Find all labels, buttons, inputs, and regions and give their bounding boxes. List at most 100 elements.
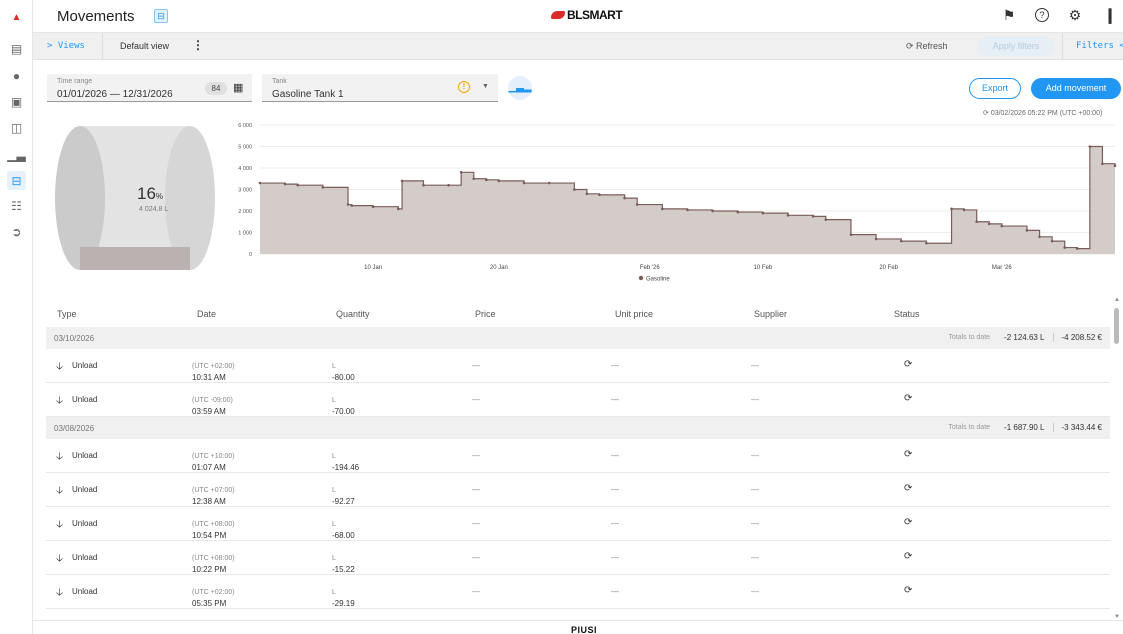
row-timezone: (UTC +08:00) bbox=[192, 521, 235, 528]
vehicle-icon[interactable]: ▣ bbox=[9, 94, 24, 109]
row-unit-price: — bbox=[611, 485, 619, 494]
row-type: Unload bbox=[72, 451, 98, 460]
data-point bbox=[422, 183, 425, 187]
bar-chart-icon[interactable]: ▁▃ bbox=[7, 147, 25, 162]
table-row[interactable]: 🡣 Unload 10:31 AM (UTC +02:00) -80.00 L — — — ⟳ bbox=[46, 349, 1110, 383]
scroll-up-icon[interactable]: ▲ bbox=[1114, 297, 1120, 303]
movements-icon[interactable]: ⊟ bbox=[7, 171, 26, 190]
level-chart: 0 1 000 2 000 3 000 4 000 5 000 6 000 10 Jan 20 … bbox=[238, 123, 1117, 283]
table-row[interactable]: 🡣 Unload 01:07 AM (UTC +10:00) -194.46 L — — —… bbox=[46, 439, 1110, 473]
row-quantity: -70.00 L bbox=[332, 395, 355, 416]
top-bar: Movements ⊟ BLSMART ⚑ ? ⚙ ❙ bbox=[33, 0, 1123, 33]
data-point bbox=[761, 211, 765, 215]
data-point bbox=[1088, 145, 1092, 148]
data-point bbox=[350, 204, 354, 207]
help-icon[interactable]: ? bbox=[1035, 8, 1049, 22]
unload-arrow-icon: 🡣 bbox=[56, 451, 64, 462]
tank-percent-value: 16 bbox=[137, 184, 156, 203]
x-tick-label: 10 Jan bbox=[364, 265, 382, 271]
row-timezone: (UTC -09:00) bbox=[192, 397, 233, 404]
data-point bbox=[485, 178, 488, 182]
toolbar-divider bbox=[102, 33, 103, 60]
x-tick-label: Mar '26 bbox=[992, 265, 1012, 271]
refresh-label: Refresh bbox=[916, 41, 948, 51]
account-icon[interactable]: ❙ bbox=[1101, 6, 1119, 24]
data-point bbox=[975, 220, 978, 224]
tank-select[interactable]: Tank Gasoline Tank 1 ! ▼ bbox=[262, 74, 498, 102]
tank-percentage: 16% bbox=[137, 184, 163, 204]
data-point bbox=[346, 203, 350, 206]
table-header: Type Date Quantity Price Unit price Supp… bbox=[33, 303, 1110, 327]
data-point bbox=[573, 188, 576, 191]
row-supplier: — bbox=[751, 361, 759, 370]
filters-toggle[interactable]: Filters < bbox=[1076, 41, 1123, 51]
table-row[interactable]: 🡣 Unload 10:22 PM (UTC +08:00) -15.22 L — — — ⟳ bbox=[46, 541, 1110, 575]
export-button[interactable]: Export bbox=[969, 78, 1021, 99]
user-icon[interactable]: ● bbox=[9, 68, 24, 83]
add-movement-button[interactable]: Add movement bbox=[1031, 78, 1121, 99]
sync-status-icon[interactable]: ⟳ bbox=[904, 393, 912, 404]
row-date: 01:07 AM (UTC +10:00) bbox=[192, 451, 235, 472]
total-quantity: -1 687.90 L bbox=[1004, 423, 1045, 432]
row-quantity-value: -15.22 bbox=[332, 565, 355, 574]
row-quantity-unit: L bbox=[332, 487, 336, 494]
page-title: Movements bbox=[57, 8, 135, 25]
table-row[interactable]: 🡣 Unload 12:38 AM (UTC +07:00) -92.27 L — — — ⟳ bbox=[46, 473, 1110, 507]
fuel-station-icon[interactable]: ◫ bbox=[9, 120, 24, 135]
settings-icon[interactable]: ⚙ bbox=[1066, 6, 1084, 24]
column-header-supplier[interactable]: Supplier bbox=[754, 309, 787, 319]
legend-marker-icon bbox=[638, 275, 644, 281]
row-quantity-value: -92.27 bbox=[332, 497, 355, 506]
column-header-type[interactable]: Type bbox=[57, 309, 77, 319]
row-unit-price: — bbox=[611, 553, 619, 562]
table-row[interactable]: 🡣 Unload 03:59 AM (UTC -09:00) -70.00 L — — — ⟳ bbox=[46, 383, 1110, 417]
tank-volume: 4 024.8 L bbox=[139, 206, 169, 213]
y-tick-label: 0 bbox=[249, 252, 252, 258]
table-row[interactable]: 🡣 Unload 05:35 PM (UTC +02:00) -29.19 L — — — ⟳ bbox=[46, 575, 1110, 609]
sync-status-icon[interactable]: ⟳ bbox=[904, 517, 912, 528]
row-time: 10:31 AM bbox=[192, 373, 226, 382]
sync-timestamp-text: 03/02/2026 05:22 PM (UTC +00:00) bbox=[990, 110, 1103, 117]
unload-arrow-icon: 🡣 bbox=[56, 553, 64, 564]
y-tick-label: 6 000 bbox=[238, 123, 252, 129]
row-date: 12:38 AM (UTC +07:00) bbox=[192, 485, 235, 506]
row-price: — bbox=[472, 553, 480, 562]
data-point bbox=[711, 209, 714, 213]
apply-filters-button[interactable]: Apply filters bbox=[978, 37, 1054, 56]
default-view-label[interactable]: Default view bbox=[120, 41, 169, 51]
monitor-icon[interactable]: ▤ bbox=[9, 41, 24, 56]
row-unit-price: — bbox=[611, 395, 619, 404]
sync-status-icon[interactable]: ⟳ bbox=[904, 449, 912, 460]
warning-icon[interactable]: ! bbox=[458, 81, 470, 93]
tank-fill bbox=[80, 246, 190, 270]
map-icon[interactable]: ☷ bbox=[9, 198, 24, 213]
sync-status-icon[interactable]: ⟳ bbox=[904, 551, 912, 562]
views-toggle[interactable]: > Views bbox=[47, 41, 85, 51]
data-point bbox=[1025, 229, 1029, 232]
view-menu-icon[interactable]: ⋮ bbox=[192, 38, 204, 52]
calendar-icon[interactable]: ▦ bbox=[233, 81, 243, 94]
time-range-field[interactable]: Time range 01/01/2026 — 12/31/2026 84 ▦ bbox=[47, 74, 252, 102]
sync-status-icon[interactable]: ⟳ bbox=[904, 359, 912, 370]
column-header-unit-price[interactable]: Unit price bbox=[615, 309, 653, 319]
chevron-down-icon[interactable]: ▼ bbox=[482, 83, 489, 90]
refresh-button[interactable]: ⟳ Refresh bbox=[906, 41, 948, 52]
scroll-thumb[interactable] bbox=[1114, 308, 1119, 344]
logo-icon[interactable]: ▲ bbox=[9, 10, 24, 25]
column-header-quantity[interactable]: Quantity bbox=[336, 309, 370, 319]
column-header-date[interactable]: Date bbox=[197, 309, 216, 319]
column-header-status[interactable]: Status bbox=[894, 309, 920, 319]
row-price: — bbox=[472, 485, 480, 494]
sync-status-icon[interactable]: ⟳ bbox=[904, 483, 912, 494]
export-icon[interactable]: ➲ bbox=[9, 224, 24, 239]
chart-toggle-button[interactable]: ▁▃▂ bbox=[508, 76, 532, 100]
left-navigation-rail: ▲ ▤ ● ▣ ◫ ▁▃ ⊟ ☷ ➲ bbox=[0, 0, 33, 634]
bell-icon[interactable]: ⚑ bbox=[1000, 6, 1018, 24]
row-supplier: — bbox=[751, 395, 759, 404]
row-type: Unload bbox=[72, 485, 98, 494]
sync-status-icon[interactable]: ⟳ bbox=[904, 585, 912, 596]
row-price: — bbox=[472, 587, 480, 596]
table-scrollbar[interactable]: ▲ ▼ bbox=[1113, 297, 1121, 620]
table-row[interactable]: 🡣 Unload 10:54 PM (UTC +08:00) -68.00 L — — — ⟳ bbox=[46, 507, 1110, 541]
column-header-price[interactable]: Price bbox=[475, 309, 496, 319]
